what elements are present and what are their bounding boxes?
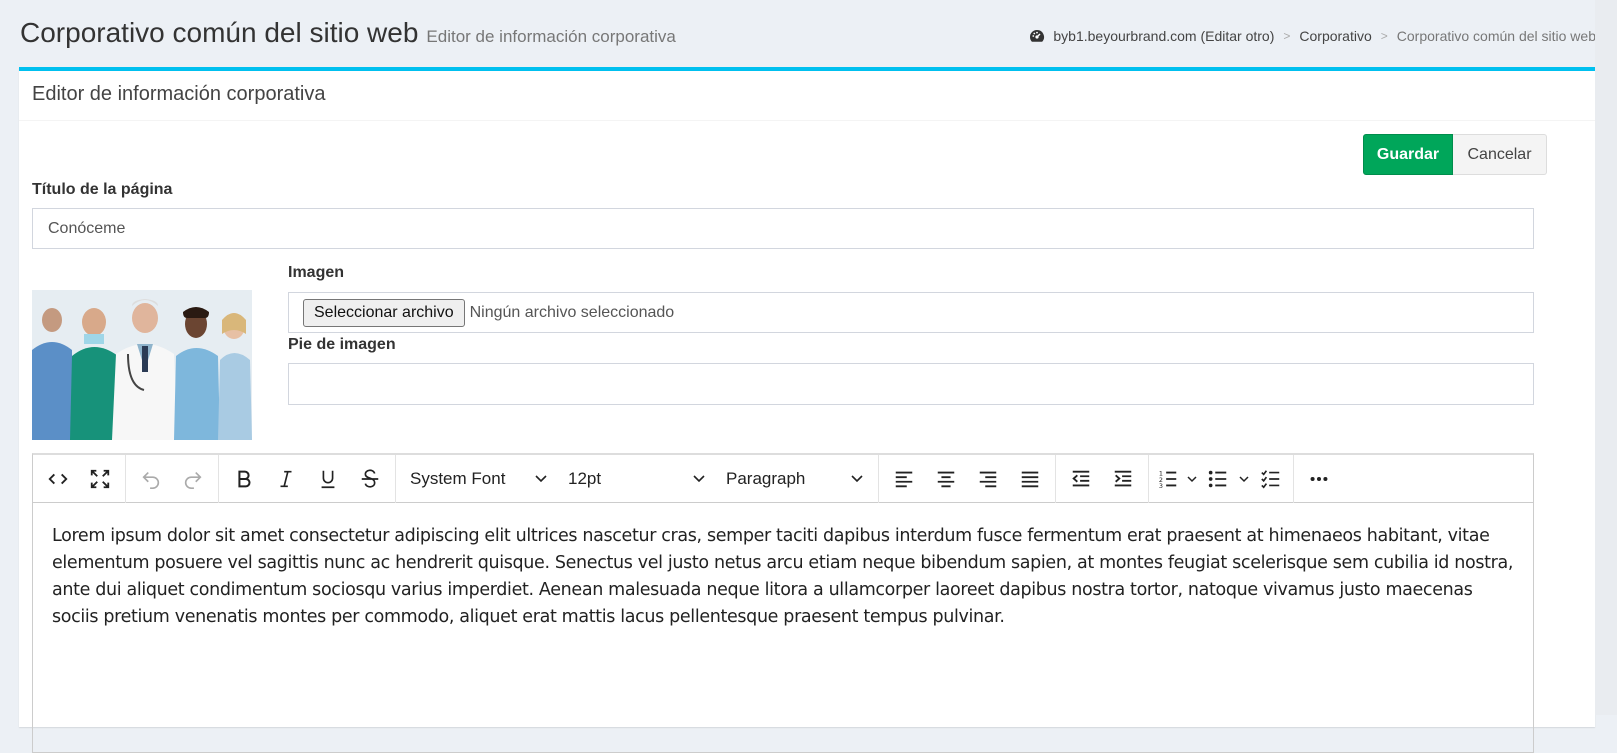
select-file-button[interactable]: Seleccionar archivo (303, 298, 465, 327)
align-justify-icon[interactable] (1009, 462, 1051, 496)
breadcrumb-separator: > (1283, 29, 1291, 43)
save-button[interactable]: Guardar (1363, 134, 1453, 175)
caption-label: Pie de imagen (288, 336, 396, 353)
indent-icon[interactable] (1102, 462, 1144, 496)
corporate-image-preview (32, 290, 252, 440)
italic-icon[interactable] (265, 462, 307, 496)
image-label: Imagen (288, 264, 345, 281)
bold-icon[interactable] (223, 462, 265, 496)
page-subtitle: Editor de información corporativa (426, 27, 676, 46)
editor-box: Editor de información corporativa Guarda… (19, 67, 1595, 753)
bullet-list-button[interactable] (1201, 462, 1253, 496)
block-format-select[interactable]: Paragraph (716, 462, 874, 496)
cancel-button[interactable]: Cancelar (1453, 134, 1547, 175)
breadcrumb: byb1.beyourbrand.com (Editar otro) > Cor… (1029, 28, 1596, 44)
font-family-select[interactable]: System Font (400, 462, 558, 496)
chevron-down-icon (535, 474, 547, 482)
page-title: Corporativo común del sitio web Editor de… (20, 17, 676, 49)
checklist-icon[interactable] (1253, 462, 1289, 496)
toolbar-group-align (879, 454, 1056, 503)
outdent-icon[interactable] (1060, 462, 1102, 496)
page-title-label: Título de la página (32, 181, 173, 198)
breadcrumb-item-current: Corporativo común del sitio web (1396, 28, 1596, 44)
undo-icon[interactable] (130, 462, 172, 496)
font-size-value: 12pt (568, 468, 602, 488)
chevron-down-icon[interactable] (1183, 462, 1201, 496)
numbered-list-button[interactable]: 123 (1153, 462, 1201, 496)
breadcrumb-item-corporativo[interactable]: Corporativo (1299, 28, 1371, 44)
font-family-value: System Font (410, 468, 506, 488)
more-options-icon[interactable] (1298, 462, 1340, 496)
chevron-down-icon[interactable] (1235, 462, 1253, 496)
fullscreen-icon[interactable] (79, 462, 121, 496)
toolbar-group-view (33, 454, 126, 503)
rich-text-editor: System Font 12pt Paragraph 1 2 3 Lorem i… (32, 453, 1534, 753)
numbered-list-icon[interactable]: 123 (1153, 462, 1183, 496)
breadcrumb-separator: > (1380, 29, 1388, 43)
action-buttons: Guardar Cancelar (1363, 134, 1547, 175)
chevron-down-icon (851, 474, 863, 482)
breadcrumb-item-site[interactable]: byb1.beyourbrand.com (Editar otro) (1053, 28, 1274, 44)
toolbar-group-lists: 123 (1149, 454, 1294, 503)
page-header: Corporativo común del sitio web Editor de… (0, 0, 1617, 66)
align-left-icon[interactable] (883, 462, 925, 496)
box-title: Editor de información corporativa (19, 71, 1595, 121)
underline-icon[interactable] (307, 462, 349, 496)
file-status: Ningún archivo seleccionado (469, 303, 675, 321)
page-scrollbar[interactable] (1595, 0, 1617, 715)
bullet-list-icon[interactable] (1201, 462, 1235, 496)
source-code-icon[interactable] (37, 462, 79, 496)
page-title-text: Corporativo común del sitio web (20, 17, 419, 48)
editor-content[interactable]: Lorem ipsum dolor sit amet consectetur a… (33, 503, 1533, 651)
toolbar-group-more (1294, 455, 1344, 503)
svg-text:3: 3 (1159, 482, 1163, 490)
chevron-down-icon (693, 474, 705, 482)
block-format-value: Paragraph (726, 468, 806, 488)
toolbar-group-format (219, 454, 396, 503)
strikethrough-icon[interactable] (349, 462, 391, 496)
font-size-select[interactable]: 12pt (558, 462, 716, 496)
dashboard-icon (1029, 28, 1045, 44)
align-center-icon[interactable] (925, 462, 967, 496)
align-right-icon[interactable] (967, 462, 1009, 496)
toolbar-group-selects: System Font 12pt Paragraph (396, 454, 879, 503)
caption-input[interactable] (288, 363, 1534, 405)
image-file-input[interactable]: Seleccionar archivo Ningún archivo selec… (288, 292, 1534, 333)
toolbar-group-history (126, 454, 219, 503)
toolbar-group-indent (1056, 454, 1149, 503)
redo-icon[interactable] (172, 462, 214, 496)
page-title-input[interactable]: Conóceme (32, 208, 1534, 249)
editor-toolbar: System Font 12pt Paragraph 1 2 3 (33, 454, 1533, 503)
